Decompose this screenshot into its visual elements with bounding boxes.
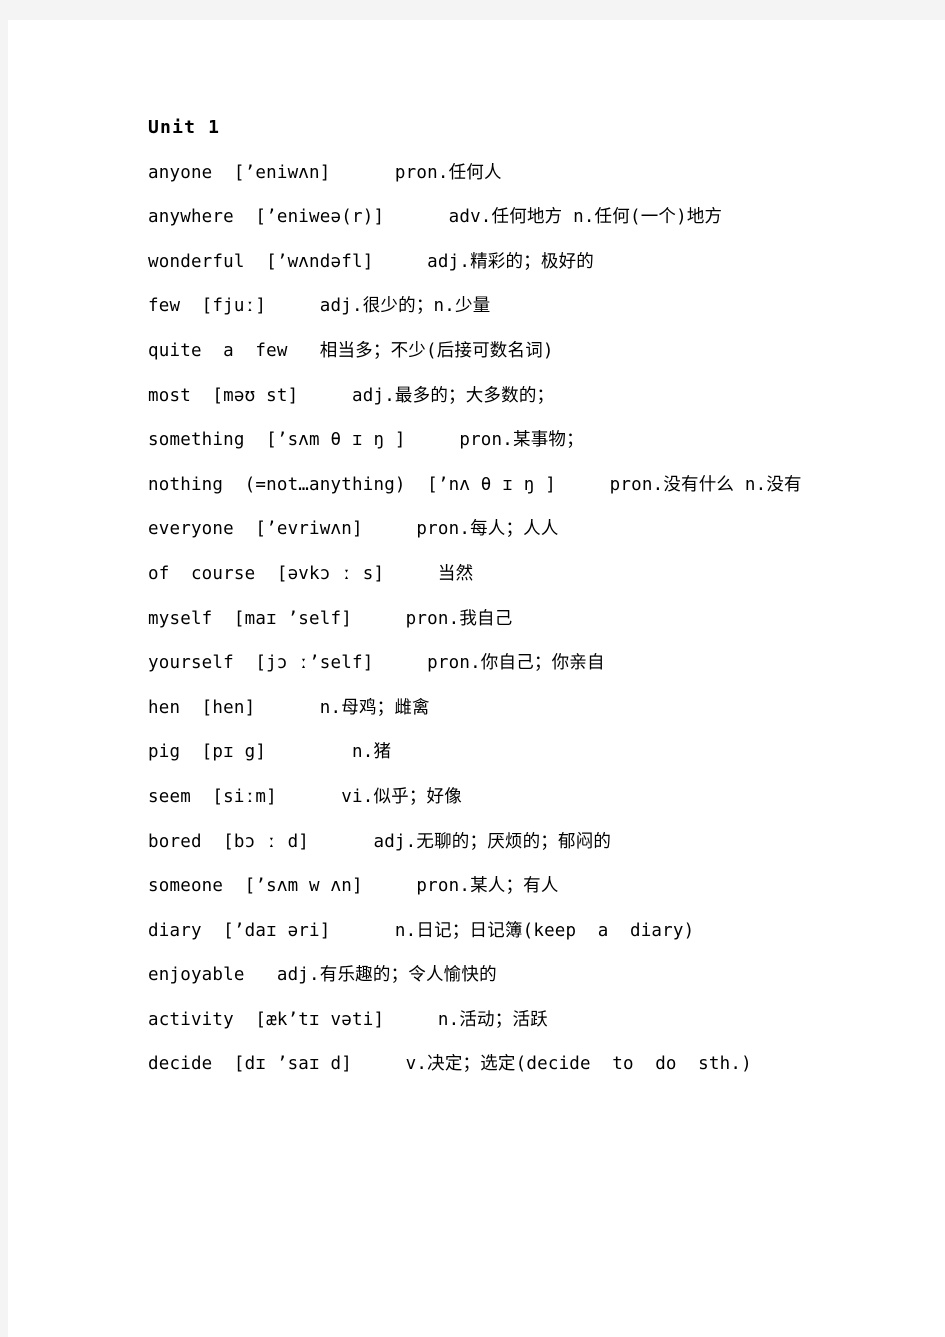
vocabulary-entry-seem: seem [siːm] vi.似乎；好像 [148,786,462,807]
vocabulary-entry-something: something [’sʌm θ ɪ ŋ ] pron.某事物； [148,430,584,451]
vocabulary-entry-everyone: everyone [’evriwʌn] pron.每人；人人 [148,519,559,540]
vocabulary-entry-diary: diary [’daɪ əri] n.日记；日记簿(keep a diary) [148,920,695,941]
vocabulary-entry-of-course: of course [əvkɔ ː s] 当然 [148,563,474,584]
unit-heading: Unit 1 [148,117,221,138]
vocabulary-entry-someone: someone [’sʌm w ʌn] pron.某人；有人 [148,876,559,897]
vocabulary-entry-anyone: anyone [’eniwʌn] pron.任何人 [148,162,502,183]
vocabulary-list: Unit 1 anyone [’eniwʌn] pron.任何人 anywher… [148,106,938,1087]
vocabulary-entry-bored: bored [bɔ ː d] adj.无聊的；厌烦的；郁闷的 [148,831,612,852]
vocabulary-entry-enjoyable: enjoyable adj.有乐趣的；令人愉快的 [148,965,497,986]
document-page: Unit 1 anyone [’eniwʌn] pron.任何人 anywher… [8,20,945,1337]
vocabulary-entry-pig: pig [pɪ g] n.猪 [148,742,392,763]
vocabulary-entry-quite-a-few: quite a few 相当多；不少(后接可数名词) [148,340,554,361]
vocabulary-entry-activity: activity [æk’tɪ vəti] n.活动；活跃 [148,1009,548,1030]
vocabulary-entry-wonderful: wonderful [’wʌndəfl] adj.精彩的；极好的 [148,251,594,272]
vocabulary-entry-myself: myself [maɪ ’self] pron.我自己 [148,608,513,629]
vocabulary-entry-decide: decide [dɪ ’saɪ d] v.决定；选定(decide to do … [148,1054,752,1075]
vocabulary-entry-yourself: yourself [jɔ ː’self] pron.你自己；你亲自 [148,653,605,674]
vocabulary-entry-few: few [fjuː] adj.很少的；n.少量 [148,296,491,317]
vocabulary-entry-most: most [məʊ st] adj.最多的；大多数的； [148,385,555,406]
vocabulary-entry-hen: hen [hen] n.母鸡；雌禽 [148,697,430,718]
vocabulary-entry-anywhere: anywhere [’eniweə(r)] adv.任何地方 n.任何(一个)地… [148,207,723,228]
vocabulary-entry-nothing: nothing (=not…anything) [’nʌ θ ɪ ŋ ] pro… [148,474,802,495]
